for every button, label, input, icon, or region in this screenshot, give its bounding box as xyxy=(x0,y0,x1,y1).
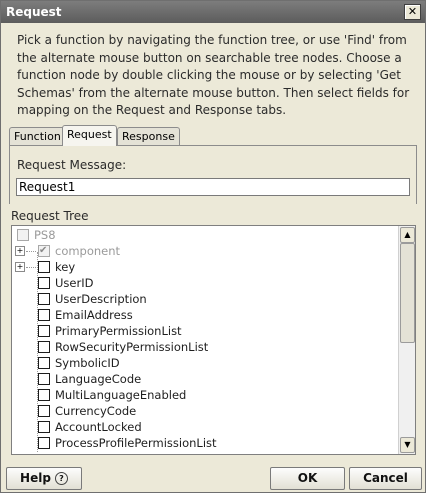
tree-node-label: component xyxy=(55,244,121,258)
title-bar[interactable]: Request ✕ xyxy=(1,1,425,23)
tree-node-primarypermissionlist[interactable]: PrimaryPermissionList xyxy=(12,323,397,339)
tree-node-userdescription[interactable]: UserDescription xyxy=(12,291,397,307)
request-message-label: Request Message: xyxy=(17,158,127,172)
tab-function[interactable]: Function xyxy=(9,127,66,145)
tree-node-processprofilepermissionlist[interactable]: ProcessProfilePermissionList xyxy=(12,435,397,451)
tree-connector xyxy=(26,267,36,268)
tree-connector xyxy=(26,251,36,252)
request-tree[interactable]: PS8 + ✔ component + key UserID UserDescr… xyxy=(11,225,416,455)
checkbox[interactable] xyxy=(38,277,50,289)
tab-response[interactable]: Response xyxy=(117,127,180,145)
tree-node-symbolicid[interactable]: SymbolicID xyxy=(12,355,397,371)
tree-node-languagecode[interactable]: LanguageCode xyxy=(12,371,397,387)
close-icon: ✕ xyxy=(407,5,418,18)
tree-node-label: LanguageCode xyxy=(55,372,142,386)
checkbox[interactable] xyxy=(38,373,50,385)
check-icon: ✔ xyxy=(39,245,48,256)
tree-node-label: UserID xyxy=(55,276,94,290)
tree-node-label: MultiLanguageEnabled xyxy=(55,388,187,402)
checkbox[interactable]: ✔ xyxy=(38,245,50,257)
dialog-title: Request xyxy=(6,5,62,19)
cancel-button[interactable]: Cancel xyxy=(349,467,422,490)
checkbox[interactable] xyxy=(38,293,50,305)
ok-button[interactable]: OK xyxy=(270,467,345,490)
checkbox[interactable] xyxy=(38,309,50,321)
tree-node-label: CurrencyCode xyxy=(55,404,137,418)
tree-node-rowsecuritypermissionlist[interactable]: RowSecurityPermissionList xyxy=(12,339,397,355)
scroll-down-button[interactable]: ▼ xyxy=(400,437,415,453)
scroll-up-button[interactable]: ▲ xyxy=(400,227,415,243)
checkbox[interactable] xyxy=(17,229,29,241)
checkbox[interactable] xyxy=(38,357,50,369)
tree-node-label: UserDescription xyxy=(55,292,147,306)
request-tree-label: Request Tree xyxy=(11,209,89,223)
tree-node-accountlocked[interactable]: AccountLocked xyxy=(12,419,397,435)
checkbox[interactable] xyxy=(38,405,50,417)
help-icon: ? xyxy=(54,472,68,485)
tree-node-label: PrimaryPermissionList xyxy=(55,324,182,338)
tree-node-ps8[interactable]: PS8 xyxy=(12,227,397,243)
tree-node-label: ProcessProfilePermissionList xyxy=(55,436,217,450)
tree-node-component[interactable]: + ✔ component xyxy=(12,243,397,259)
tree-node-label: SymbolicID xyxy=(55,356,120,370)
checkbox[interactable] xyxy=(38,437,50,449)
expand-icon[interactable]: + xyxy=(15,246,25,256)
tree-node-multilanguageenabled[interactable]: MultiLanguageEnabled xyxy=(12,387,397,403)
checkbox[interactable] xyxy=(38,389,50,401)
help-button[interactable]: Help? xyxy=(6,467,82,490)
close-button[interactable]: ✕ xyxy=(404,4,421,20)
tree-node-label: EmailAddress xyxy=(55,308,133,322)
request-dialog: Request ✕ Pick a function by navigating … xyxy=(0,0,426,493)
checkbox[interactable] xyxy=(38,421,50,433)
tree-node-label: RowSecurityPermissionList xyxy=(55,340,209,354)
tree-scrollbar[interactable]: ▲ ▼ xyxy=(398,226,415,454)
checkbox[interactable] xyxy=(38,341,50,353)
tree-node-currencycode[interactable]: CurrencyCode xyxy=(12,403,397,419)
help-button-label: Help xyxy=(20,471,51,485)
checkbox[interactable] xyxy=(38,261,50,273)
tree-node-emailaddress[interactable]: EmailAddress xyxy=(12,307,397,323)
tree-node-key[interactable]: + key xyxy=(12,259,397,275)
tab-request[interactable]: Request xyxy=(62,125,117,146)
scroll-thumb[interactable] xyxy=(400,243,415,343)
checkbox[interactable] xyxy=(38,325,50,337)
expand-icon[interactable]: + xyxy=(15,262,25,272)
tree-node-label: key xyxy=(55,260,76,274)
instructions-text: Pick a function by navigating the functi… xyxy=(17,33,410,117)
request-message-input[interactable] xyxy=(16,178,410,196)
tree-node-userid[interactable]: UserID xyxy=(12,275,397,291)
tree-node-label: PS8 xyxy=(34,228,56,242)
tree-node-label: AccountLocked xyxy=(55,420,142,434)
